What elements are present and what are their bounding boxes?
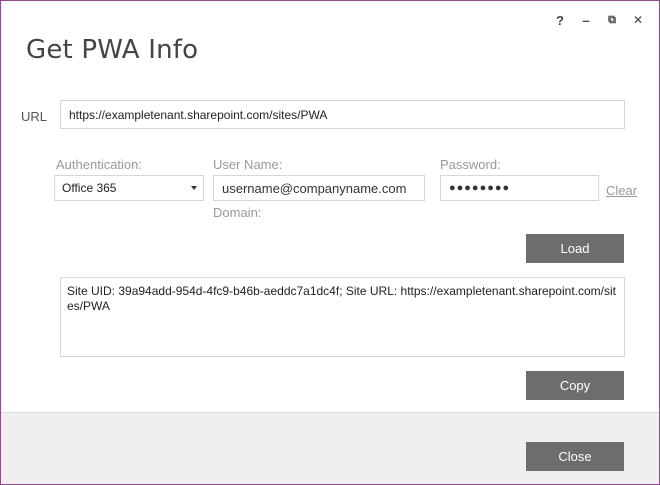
- clear-password-link[interactable]: Clear: [606, 183, 637, 198]
- result-text: Site UID: 39a94add-954d-4fc9-b46b-aeddc7…: [67, 284, 616, 313]
- dialog-window: ? – ⧉ ✕ Get PWA Info URL https://example…: [0, 0, 660, 485]
- domain-label: Domain:: [213, 205, 262, 220]
- password-field[interactable]: ●●●●●●●●: [440, 175, 599, 201]
- copy-button[interactable]: Copy: [526, 371, 624, 400]
- url-value: https://exampletenant.sharepoint.com/sit…: [69, 107, 328, 122]
- dialog-footer: Close: [1, 412, 659, 484]
- close-icon[interactable]: ✕: [625, 11, 651, 29]
- help-icon[interactable]: ?: [547, 11, 573, 29]
- password-value: ●●●●●●●●: [449, 182, 511, 194]
- chevron-down-icon: [191, 186, 197, 190]
- username-field[interactable]: username@companyname.com: [213, 175, 425, 201]
- username-label: User Name:: [213, 157, 283, 172]
- result-output[interactable]: Site UID: 39a94add-954d-4fc9-b46b-aeddc7…: [60, 277, 625, 357]
- authentication-label: Authentication:: [56, 157, 143, 172]
- window-controls: ? – ⧉ ✕: [547, 11, 651, 29]
- url-input[interactable]: https://exampletenant.sharepoint.com/sit…: [60, 100, 625, 129]
- page-title: Get PWA Info: [26, 35, 199, 65]
- restore-icon[interactable]: ⧉: [599, 11, 625, 29]
- close-button[interactable]: Close: [526, 442, 624, 471]
- password-label: Password:: [440, 157, 501, 172]
- minimize-icon[interactable]: –: [573, 11, 599, 29]
- authentication-selected: Office 365: [62, 181, 117, 195]
- url-label: URL: [21, 109, 48, 124]
- load-button[interactable]: Load: [526, 234, 624, 263]
- authentication-select[interactable]: Office 365: [54, 175, 204, 201]
- username-value: username@companyname.com: [222, 180, 407, 196]
